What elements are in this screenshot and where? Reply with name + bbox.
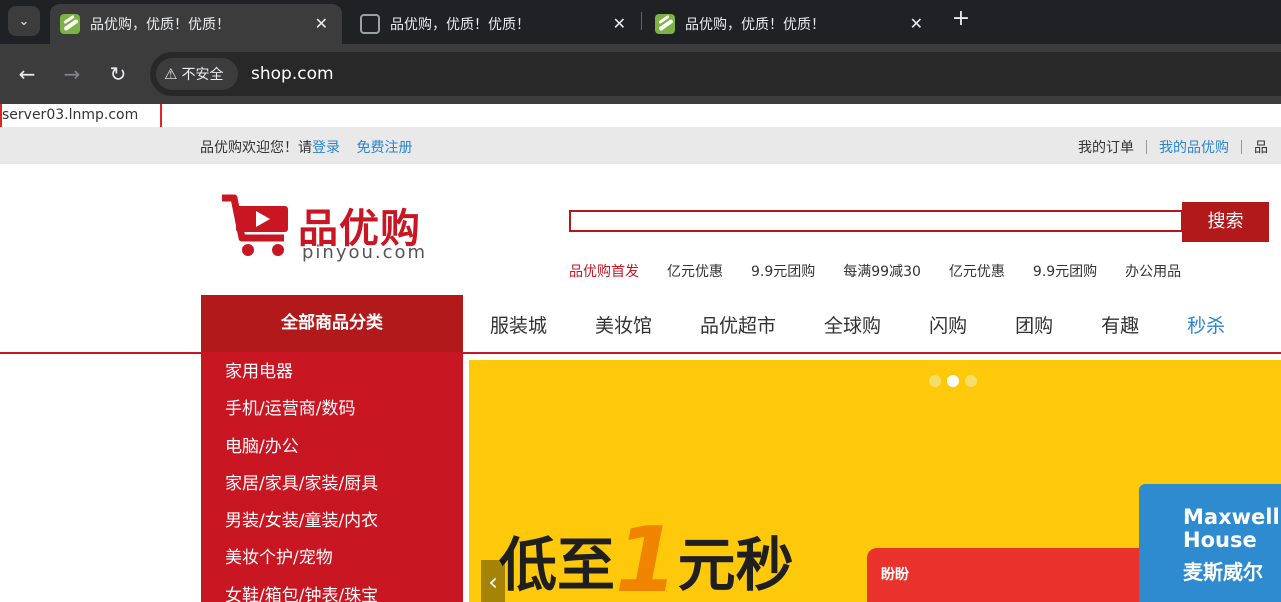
site-favicon-icon xyxy=(60,14,80,34)
category-item[interactable]: 女鞋/箱包/钟表/珠宝 xyxy=(201,578,463,602)
chevron-left-icon[interactable]: ‹ xyxy=(481,560,505,602)
carousel-dot[interactable] xyxy=(929,375,941,387)
product-box-panpan: 盼盼 xyxy=(867,548,1167,602)
carousel-dot[interactable] xyxy=(965,375,977,387)
divider xyxy=(1146,140,1147,154)
hotword-link[interactable]: 每满99减30 xyxy=(843,264,921,280)
my-orders-link[interactable]: 我的订单 xyxy=(1078,140,1134,156)
new-tab-plus-icon[interactable]: + xyxy=(950,8,972,32)
forward-arrow-icon[interactable]: → xyxy=(60,62,84,86)
divider xyxy=(1241,140,1242,154)
shopping-cart-icon xyxy=(222,194,288,256)
nav-item[interactable]: 美妆馆 xyxy=(595,315,652,337)
all-categories-button[interactable]: 全部商品分类 xyxy=(201,295,463,352)
promo-number: 1 xyxy=(615,508,678,602)
tab-strip: ⌄ 品优购，优质！优质！ ✕ 品优购，优质！优质！ ✕ 品优购，优质！优质！ ✕… xyxy=(0,0,1281,44)
category-item[interactable]: 家用电器 xyxy=(201,354,463,391)
close-tab-icon[interactable]: ✕ xyxy=(613,14,626,33)
security-label: 不安全 xyxy=(181,67,224,83)
category-item[interactable]: 电脑/办公 xyxy=(201,429,463,466)
close-tab-icon[interactable]: ✕ xyxy=(315,14,328,33)
logo-domain: pinyou.com xyxy=(302,242,428,263)
tab-title: 品优购，优质！优质！ xyxy=(390,17,530,33)
nav-divider xyxy=(0,352,1281,354)
promo-banner[interactable]: 低至1元秒 盼盼 Maxwell House 麦斯威尔 ‹ xyxy=(469,360,1281,602)
register-link[interactable]: 免费注册 xyxy=(356,140,412,156)
hotword-link[interactable]: 9.9元团购 xyxy=(1033,264,1097,280)
warning-icon: ⚠ xyxy=(164,65,178,83)
category-item[interactable]: 家居/家具/家装/厨具 xyxy=(201,466,463,503)
tab-search-button[interactable]: ⌄ xyxy=(8,6,40,36)
product-brand: Maxwell House xyxy=(1183,506,1280,552)
shortcut-bar: 品优购欢迎您！请登录 免费注册 我的订单 我的品优购 品 xyxy=(0,127,1281,164)
hotword-link[interactable]: 亿元优惠 xyxy=(667,264,723,280)
nav-item[interactable]: 服装城 xyxy=(490,315,547,337)
category-item[interactable]: 男装/女装/童装/内衣 xyxy=(201,503,463,540)
promo-headline: 低至1元秒 xyxy=(499,508,794,602)
hot-words: 品优购首发 亿元优惠 9.9元团购 每满99减30 亿元优惠 9.9元团购 办公用品 xyxy=(569,261,1209,281)
nav-item[interactable]: 秒杀 xyxy=(1187,315,1225,337)
tab-1[interactable]: 品优购，优质！优质！ ✕ xyxy=(50,4,342,44)
hotword-link[interactable]: 品优购首发 xyxy=(569,264,639,280)
carousel-dot-active[interactable] xyxy=(947,375,959,387)
carousel-dots xyxy=(929,372,983,391)
web-page: server03.lnmp.com 品优购欢迎您！请登录 免费注册 我的订单 我的… xyxy=(0,104,1281,602)
promo-text-a: 低至 xyxy=(499,531,616,599)
tab-title: 品优购，优质！优质！ xyxy=(685,17,825,33)
tab-title: 品优购，优质！优质！ xyxy=(90,17,230,33)
nav-item[interactable]: 有趣 xyxy=(1101,315,1139,337)
tab-2[interactable]: 品优购，优质！优质！ ✕ xyxy=(348,4,640,44)
search-button[interactable]: 搜索 xyxy=(1182,202,1269,242)
address-bar[interactable]: ⚠ 不安全 shop.com xyxy=(150,52,1281,96)
main-nav: 服装城 美妆馆 品优超市 全球购 闪购 团购 有趣 秒杀 xyxy=(490,311,1273,338)
tab-divider xyxy=(641,12,642,30)
top-links: 我的订单 我的品优购 品 xyxy=(1078,137,1268,157)
category-list: 家用电器 手机/运营商/数码 电脑/办公 家居/家具/家装/厨具 男装/女装/童… xyxy=(201,354,463,602)
back-arrow-icon[interactable]: ← xyxy=(15,62,39,86)
nav-item[interactable]: 全球购 xyxy=(824,315,881,337)
brand-line-1: Maxwell xyxy=(1183,505,1280,529)
nav-item[interactable]: 团购 xyxy=(1015,315,1053,337)
hotword-link[interactable]: 亿元优惠 xyxy=(949,264,1005,280)
welcome-text: 品优购欢迎您！请登录 免费注册 xyxy=(200,137,412,157)
my-pinyou-link[interactable]: 我的品优购 xyxy=(1159,140,1229,156)
site-info-chip[interactable]: ⚠ 不安全 xyxy=(156,58,238,90)
site-favicon-icon xyxy=(655,14,675,34)
category-item[interactable]: 美妆个护/宠物 xyxy=(201,540,463,577)
nav-item[interactable]: 品优超市 xyxy=(700,315,776,337)
chevron-down-icon: ⌄ xyxy=(18,13,30,29)
globe-icon xyxy=(360,14,380,34)
search-input[interactable] xyxy=(569,210,1183,232)
nav-item[interactable]: 闪购 xyxy=(929,315,967,337)
reload-icon[interactable]: ↻ xyxy=(106,62,130,86)
url-text[interactable]: shop.com xyxy=(251,64,334,84)
product-label: 盼盼 xyxy=(881,567,909,583)
hotword-link[interactable]: 9.9元团购 xyxy=(751,264,815,280)
brand-line-2: House xyxy=(1183,528,1257,552)
promo-text-c: 元秒 xyxy=(677,531,794,599)
close-tab-icon[interactable]: ✕ xyxy=(910,14,923,33)
product-box-maxwell: Maxwell House 麦斯威尔 xyxy=(1139,484,1281,602)
category-item[interactable]: 手机/运营商/数码 xyxy=(201,391,463,428)
login-link[interactable]: 登录 xyxy=(312,140,340,156)
browser-toolbar: ← → ↻ ⚠ 不安全 shop.com xyxy=(0,44,1281,104)
server-name: server03.lnmp.com xyxy=(2,107,139,123)
hotword-link[interactable]: 办公用品 xyxy=(1125,264,1181,280)
site-logo[interactable]: 品优购 pinyou.com xyxy=(220,194,450,266)
product-brand-cn: 麦斯威尔 xyxy=(1183,560,1263,584)
more-link[interactable]: 品 xyxy=(1254,140,1268,156)
tab-3[interactable]: 品优购，优质！优质！ ✕ xyxy=(645,4,937,44)
welcome-label: 品优购欢迎您！请 xyxy=(200,140,312,156)
